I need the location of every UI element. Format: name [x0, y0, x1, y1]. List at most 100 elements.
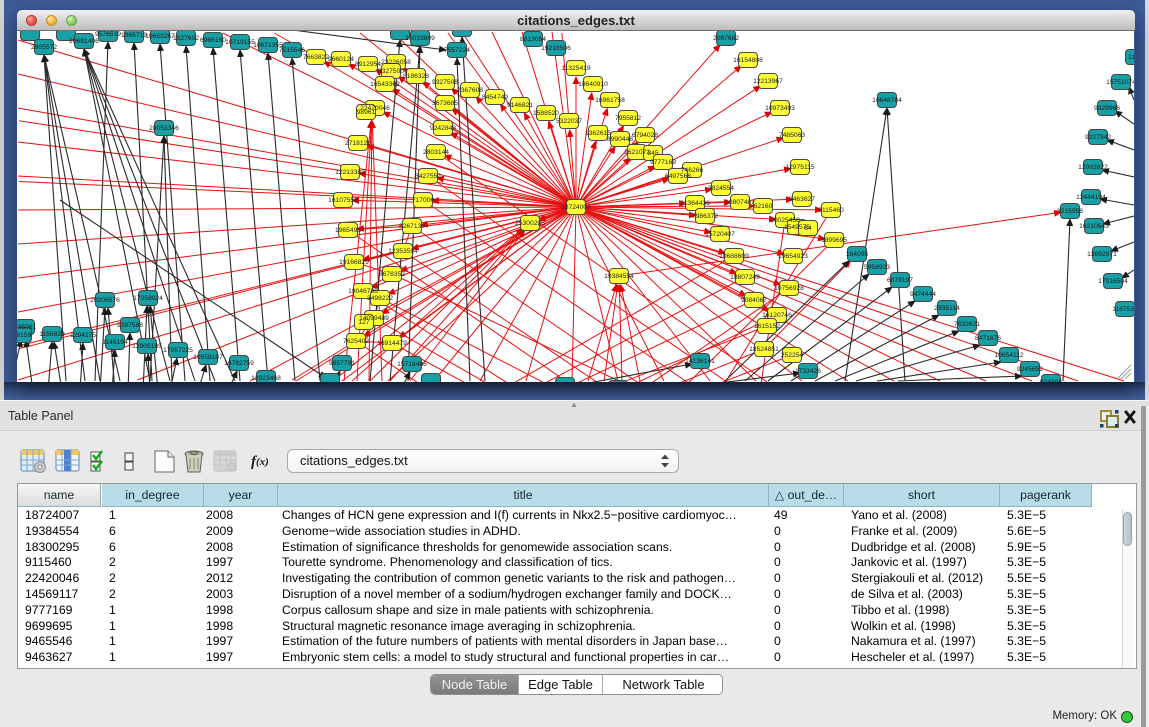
svg-text:12353594: 12353594 — [388, 248, 418, 255]
svg-text:15718485: 15718485 — [397, 361, 427, 368]
svg-text:16107553: 16107553 — [328, 197, 358, 204]
svg-text:2805572: 2805572 — [31, 44, 57, 51]
svg-text:1117: 1117 — [1128, 54, 1134, 61]
svg-text:9242848: 9242848 — [430, 125, 456, 132]
svg-text:10756928: 10756928 — [774, 285, 804, 292]
svg-text:8427552: 8427552 — [415, 173, 441, 180]
svg-text:2367608: 2367608 — [457, 87, 483, 94]
svg-text:8454749: 8454749 — [482, 94, 508, 101]
svg-text:9474444: 9474444 — [910, 291, 936, 298]
svg-text:7515546: 7515546 — [279, 47, 305, 54]
svg-text:13692971: 13692971 — [1087, 251, 1117, 258]
svg-text:16210643: 16210643 — [1079, 223, 1109, 230]
svg-text:8215958: 8215958 — [1057, 208, 1083, 215]
svg-text:19166829: 19166829 — [339, 259, 369, 266]
svg-text:16648784: 16648784 — [872, 97, 902, 104]
svg-text:10033809: 10033809 — [405, 35, 435, 42]
svg-text:127: 127 — [358, 319, 369, 326]
svg-text:1588520: 1588520 — [533, 110, 559, 117]
svg-text:6966160: 6966160 — [200, 37, 226, 44]
svg-text:9146821: 9146821 — [507, 102, 533, 109]
svg-text:(x): (x) — [256, 456, 269, 468]
svg-text:9463627: 9463627 — [789, 196, 815, 203]
svg-text:16782759: 16782759 — [224, 360, 254, 367]
svg-text:5322037: 5322037 — [556, 118, 582, 125]
svg-text:16914479: 16914479 — [377, 340, 407, 347]
svg-text:9660124: 9660124 — [328, 56, 354, 63]
svg-text:10973493: 10973493 — [765, 105, 795, 112]
svg-text:21364436: 21364436 — [680, 200, 710, 207]
svg-text:10807487: 10807487 — [725, 199, 755, 206]
svg-text:9084067: 9084067 — [741, 297, 767, 304]
svg-text:12213967: 12213967 — [753, 78, 783, 85]
svg-text:17359924: 17359924 — [133, 295, 163, 302]
svg-text:9857791: 9857791 — [329, 360, 355, 367]
svg-text:252254: 252254 — [781, 352, 804, 359]
svg-text:18640910: 18640910 — [578, 81, 608, 88]
svg-text:15751074: 15751074 — [1106, 79, 1134, 86]
svg-text:10719155: 10719155 — [225, 39, 255, 46]
svg-text:28053346: 28053346 — [149, 125, 179, 132]
svg-text:1733426: 1733426 — [795, 368, 821, 375]
svg-text:20206576: 20206576 — [90, 297, 120, 304]
svg-text:1145194: 1145194 — [102, 339, 128, 346]
svg-text:8267130: 8267130 — [399, 223, 425, 230]
svg-text:9576519: 9576519 — [95, 31, 121, 38]
svg-text:12213389: 12213389 — [335, 169, 365, 176]
svg-text:9397588: 9397588 — [117, 322, 143, 329]
svg-text:717006: 717006 — [412, 197, 435, 204]
svg-text:17016504: 17016504 — [1098, 278, 1128, 285]
svg-text:8471676: 8471676 — [975, 335, 1001, 342]
svg-text:2803144: 2803144 — [423, 149, 449, 156]
svg-text:3498222: 3498222 — [367, 295, 393, 302]
svg-text:12975115: 12975115 — [785, 164, 815, 171]
svg-text:14136141: 14136141 — [685, 358, 715, 365]
svg-text:1156829: 1156829 — [39, 331, 65, 338]
svg-text:6497568: 6497568 — [665, 173, 691, 180]
svg-text:8813054: 8813054 — [520, 36, 546, 43]
svg-text:16154808: 16154808 — [733, 57, 763, 64]
svg-text:18524851: 18524851 — [749, 346, 779, 353]
svg-text:924506: 924506 — [1040, 379, 1063, 382]
svg-text:8990448: 8990448 — [607, 136, 633, 143]
svg-text:345: 345 — [647, 150, 658, 157]
svg-text:17957225: 17957225 — [163, 347, 193, 354]
svg-text:7625402: 7625402 — [343, 338, 369, 345]
svg-text:7986372: 7986372 — [692, 213, 718, 220]
svg-text:19218506: 19218506 — [541, 45, 571, 52]
svg-text:9899695: 9899695 — [821, 237, 847, 244]
svg-text:2935114: 2935114 — [934, 305, 960, 312]
svg-text:12444194: 12444194 — [1076, 194, 1106, 201]
svg-text:16543362: 16543362 — [370, 81, 400, 88]
svg-text:2718126: 2718126 — [345, 140, 371, 147]
svg-text:64: 64 — [804, 225, 812, 232]
svg-text:9115460: 9115460 — [818, 207, 844, 214]
svg-text:8912954: 8912954 — [355, 61, 381, 68]
svg-text:1167533: 1167533 — [1112, 306, 1134, 313]
svg-text:12093822: 12093822 — [1078, 164, 1108, 171]
svg-text:19046786: 19046786 — [348, 288, 378, 295]
svg-text:1621072: 1621072 — [624, 149, 650, 156]
svg-text:6794028: 6794028 — [632, 132, 658, 139]
svg-text:7663822: 7663822 — [303, 54, 329, 61]
svg-text:9245652: 9245652 — [1017, 366, 1043, 373]
svg-text:10653267: 10653267 — [145, 33, 175, 40]
svg-text:16961758: 16961758 — [595, 97, 625, 104]
svg-text:6879197: 6879197 — [887, 277, 913, 284]
svg-text:1965719: 1965719 — [121, 32, 147, 39]
svg-text:39159: 39159 — [17, 332, 32, 339]
svg-text:20691406: 20691406 — [69, 38, 99, 45]
svg-text:1294275: 1294275 — [70, 332, 96, 339]
svg-text:7955812: 7955812 — [615, 115, 641, 122]
svg-text:7632621: 7632621 — [954, 321, 980, 328]
svg-text:10654112: 10654112 — [994, 352, 1024, 359]
svg-text:23226058: 23226058 — [381, 59, 411, 66]
svg-text:19384554: 19384554 — [604, 273, 634, 280]
svg-text:9329966: 9329966 — [1094, 105, 1120, 112]
svg-text:164095: 164095 — [846, 251, 869, 258]
svg-text:10688609: 10688609 — [719, 253, 749, 260]
svg-text:11325419: 11325419 — [561, 65, 591, 72]
svg-text:8678352: 8678352 — [379, 271, 405, 278]
svg-text:8186328: 8186328 — [403, 73, 429, 80]
svg-text:18807249: 18807249 — [730, 274, 760, 281]
